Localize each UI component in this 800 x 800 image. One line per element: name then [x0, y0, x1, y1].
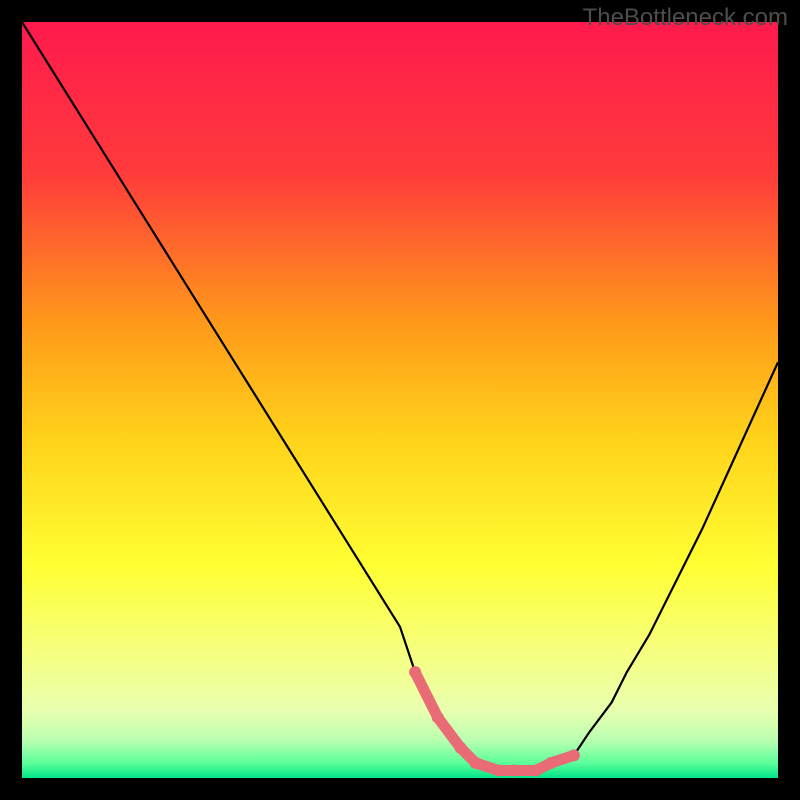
watermark-label: TheBottleneck.com	[583, 4, 788, 32]
bottleneck-chart	[22, 22, 778, 778]
